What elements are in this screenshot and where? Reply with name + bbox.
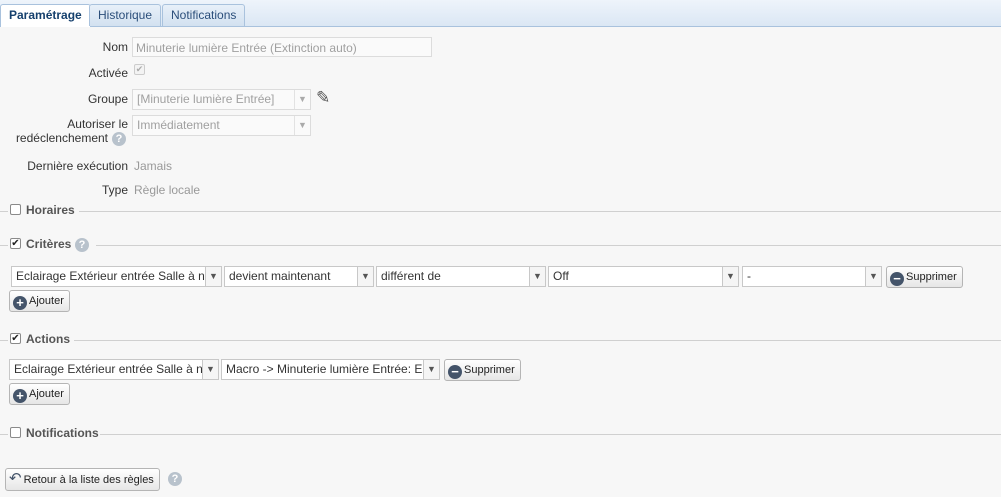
action-remove-label: Supprimer: [464, 364, 515, 376]
action-device-select[interactable]: Eclairage Extérieur entrée Salle à n ▼: [9, 359, 219, 380]
autoriser-label-line2: redéclenchement: [15, 131, 108, 145]
chevron-down-icon: ▼: [202, 360, 218, 379]
activee-label: Activée: [88, 66, 128, 80]
divider: [0, 340, 8, 341]
plus-circle-icon: +: [13, 389, 27, 403]
chevron-down-icon: ▼: [529, 267, 545, 286]
settings-panel: Nom Minuterie lumière Entrée (Extinction…: [0, 27, 1001, 497]
section-notifications: Notifications: [0, 426, 1001, 442]
tab-historique[interactable]: Historique: [89, 4, 162, 26]
criteres-checkbox[interactable]: ✔: [10, 238, 21, 249]
pencil-icon[interactable]: ✎: [316, 88, 330, 108]
section-actions: ✔ Actions: [0, 332, 1001, 348]
chevron-down-icon: ▼: [357, 267, 373, 286]
check-icon: ✔: [11, 238, 20, 249]
tab-notifications[interactable]: Notifications: [162, 4, 246, 26]
divider: [0, 245, 8, 246]
section-title-criteres: Critères: [26, 237, 72, 251]
divider: [79, 211, 1001, 212]
groupe-select-value: [Minuterie lumière Entrée]: [137, 92, 275, 106]
nom-label: Nom: [102, 40, 128, 54]
section-criteres: ✔ Critères ?: [0, 237, 1001, 253]
criteria-value-select[interactable]: Off ▼: [548, 266, 739, 287]
divider: [0, 211, 8, 212]
divider: [0, 434, 8, 435]
divider: [96, 245, 1001, 246]
divider: [74, 340, 1001, 341]
section-title-notifications: Notifications: [26, 426, 99, 440]
chevron-down-icon: ▼: [205, 267, 221, 286]
groupe-label: Groupe: [87, 92, 128, 106]
criteria-event-value: devient maintenant: [229, 269, 331, 283]
chevron-down-icon: ▼: [865, 267, 881, 286]
back-to-rules-label: Retour à la liste des règles: [23, 474, 154, 486]
section-title-actions: Actions: [26, 332, 71, 346]
check-icon: ✔: [11, 333, 20, 344]
criteria-add-button[interactable]: + Ajouter: [9, 290, 70, 312]
divider: [100, 434, 1001, 435]
criteria-operator-value: différent de: [381, 269, 441, 283]
tab-bar: Paramétrage Historique Notifications: [0, 0, 1001, 27]
criteria-value-value: Off: [553, 269, 569, 283]
action-add-label: Ajouter: [29, 388, 64, 400]
criteria-extra-value: -: [747, 269, 751, 283]
back-arrow-icon: ↶: [9, 470, 22, 487]
question-icon[interactable]: ?: [75, 238, 89, 252]
nom-input[interactable]: Minuterie lumière Entrée (Extinction aut…: [132, 37, 432, 57]
section-horaires: Horaires: [0, 203, 1001, 219]
groupe-select[interactable]: [Minuterie lumière Entrée] ▼: [132, 89, 311, 110]
derniere-execution-label: Dernière exécution: [27, 159, 128, 173]
criteria-operator-select[interactable]: différent de ▼: [376, 266, 546, 287]
autoriser-select[interactable]: Immédiatement ▼: [132, 115, 311, 136]
actions-checkbox[interactable]: ✔: [10, 333, 21, 344]
chevron-down-icon: ▼: [294, 116, 310, 135]
chevron-down-icon: ▼: [294, 90, 310, 109]
activee-checkbox[interactable]: ✔: [134, 64, 145, 75]
question-icon[interactable]: ?: [168, 472, 182, 486]
question-icon[interactable]: ?: [112, 132, 126, 146]
chevron-down-icon: ▼: [423, 360, 439, 379]
criteria-device-value: Eclairage Extérieur entrée Salle à n: [16, 269, 205, 283]
plus-circle-icon: +: [13, 296, 27, 310]
criteria-remove-label: Supprimer: [906, 271, 957, 283]
minus-circle-icon: −: [890, 272, 904, 286]
back-to-rules-button[interactable]: ↶ Retour à la liste des règles: [5, 468, 160, 491]
section-title-horaires: Horaires: [26, 203, 75, 217]
check-icon: ✔: [135, 64, 144, 74]
criteria-remove-button[interactable]: − Supprimer: [886, 266, 963, 288]
derniere-execution-value: Jamais: [134, 159, 173, 173]
action-macro-select[interactable]: Macro -> Minuterie lumière Entrée: E ▼: [221, 359, 440, 380]
criteria-extra-select[interactable]: - ▼: [742, 266, 882, 287]
action-remove-button[interactable]: − Supprimer: [444, 359, 521, 381]
type-value: Règle locale: [134, 183, 201, 197]
tab-parametrage[interactable]: Paramétrage: [0, 4, 91, 27]
action-device-value: Eclairage Extérieur entrée Salle à n: [14, 362, 203, 376]
action-add-button[interactable]: + Ajouter: [9, 383, 70, 405]
notifications-checkbox[interactable]: [10, 427, 21, 438]
criteria-device-select[interactable]: Eclairage Extérieur entrée Salle à n ▼: [11, 266, 222, 287]
criteria-event-select[interactable]: devient maintenant ▼: [224, 266, 374, 287]
action-macro-value: Macro -> Minuterie lumière Entrée: E: [226, 362, 423, 376]
minus-circle-icon: −: [448, 365, 462, 379]
autoriser-label-line1: Autoriser le: [67, 117, 128, 131]
autoriser-select-value: Immédiatement: [137, 118, 220, 132]
type-label: Type: [101, 183, 128, 197]
criteria-add-label: Ajouter: [29, 295, 64, 307]
chevron-down-icon: ▼: [722, 267, 738, 286]
horaires-checkbox[interactable]: [10, 204, 21, 215]
